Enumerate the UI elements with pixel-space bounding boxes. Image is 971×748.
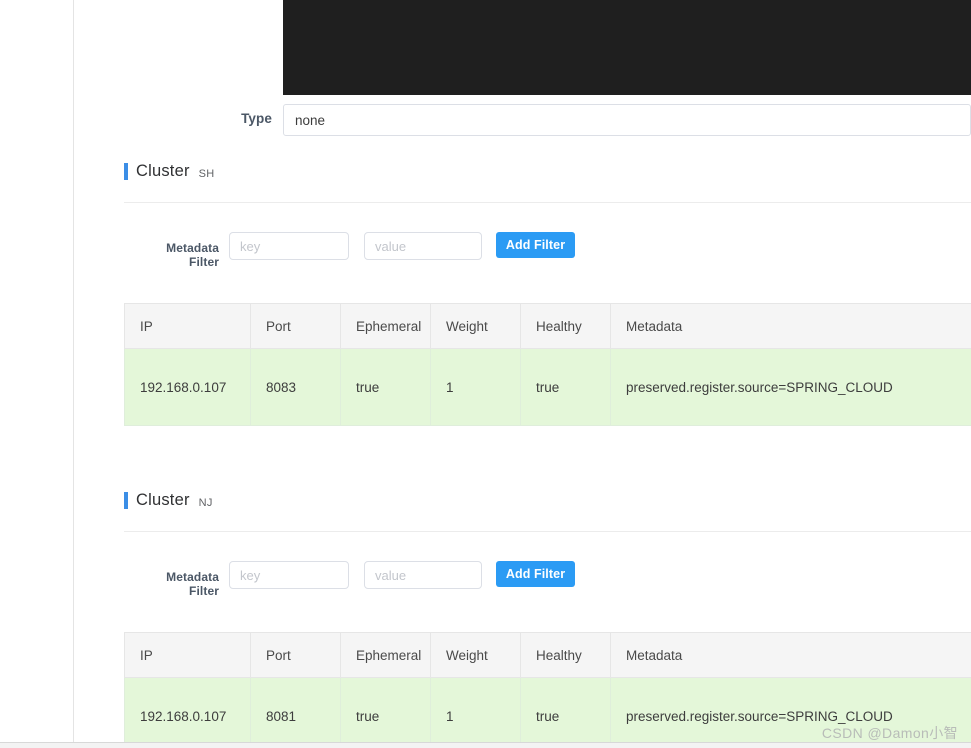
cell-weight: 1 xyxy=(430,677,521,748)
cell-ephemeral: true xyxy=(340,348,431,426)
column-header-weight[interactable]: Weight xyxy=(430,632,521,678)
nacos-service-detail-page: Type Cluster SH Metadata Filter Add Filt… xyxy=(0,0,971,748)
metadata-filter-value-input[interactable] xyxy=(364,232,482,260)
cell-metadata: preserved.register.source=SPRING_CLOUD xyxy=(610,677,971,748)
cell-port: 8081 xyxy=(250,677,341,748)
metadata-filter-value-input[interactable] xyxy=(364,561,482,589)
redacted-region xyxy=(283,0,971,95)
cell-port: 8083 xyxy=(250,348,341,426)
cluster-name: SH xyxy=(198,168,215,180)
cluster-heading-sh: Cluster SH xyxy=(124,160,215,182)
metadata-filter-row-nj: Metadata Filter Add Filter xyxy=(124,561,971,598)
metadata-filter-label: Metadata Filter xyxy=(166,570,219,598)
cluster-divider xyxy=(124,531,971,532)
cluster-title: Cluster xyxy=(136,161,190,180)
cell-ephemeral: true xyxy=(340,677,431,748)
cell-healthy: true xyxy=(520,677,611,748)
type-form-row: Type xyxy=(124,104,971,136)
metadata-filter-row-sh: Metadata Filter Add Filter xyxy=(124,232,971,269)
cluster-title: Cluster xyxy=(136,490,190,509)
column-header-port[interactable]: Port xyxy=(250,303,341,349)
cluster-accent-bar-icon xyxy=(124,162,128,180)
cell-healthy: true xyxy=(520,348,611,426)
horizontal-scrollbar[interactable] xyxy=(0,743,971,748)
column-header-ip[interactable]: IP xyxy=(124,303,251,349)
cell-weight: 1 xyxy=(430,348,521,426)
metadata-filter-key-input[interactable] xyxy=(229,561,349,589)
column-header-metadata[interactable]: Metadata xyxy=(610,632,971,678)
table-row[interactable]: 192.168.0.107 8083 true 1 true preserved… xyxy=(124,348,971,426)
table-header-row: IP Port Ephemeral Weight Healthy Metadat… xyxy=(124,632,971,678)
table-header-row: IP Port Ephemeral Weight Healthy Metadat… xyxy=(124,303,971,349)
cell-ip: 192.168.0.107 xyxy=(124,348,251,426)
type-label: Type xyxy=(241,111,272,126)
column-header-healthy[interactable]: Healthy xyxy=(520,632,611,678)
cell-ip: 192.168.0.107 xyxy=(124,677,251,748)
cell-metadata: preserved.register.source=SPRING_CLOUD xyxy=(610,348,971,426)
add-filter-button[interactable]: Add Filter xyxy=(496,232,575,258)
cluster-heading-nj: Cluster NJ xyxy=(124,489,213,511)
metadata-filter-key-input[interactable] xyxy=(229,232,349,260)
type-input[interactable] xyxy=(283,104,971,136)
cluster-divider xyxy=(124,202,971,203)
cluster-section-nj: Cluster NJ Metadata Filter Add Filter IP… xyxy=(0,489,971,748)
metadata-filter-label: Metadata Filter xyxy=(166,241,219,269)
cluster-section-sh: Cluster SH Metadata Filter Add Filter IP… xyxy=(0,160,971,426)
column-header-ephemeral[interactable]: Ephemeral xyxy=(340,632,431,678)
cluster-name: NJ xyxy=(198,497,213,509)
column-header-port[interactable]: Port xyxy=(250,632,341,678)
column-header-ephemeral[interactable]: Ephemeral xyxy=(340,303,431,349)
table-row[interactable]: 192.168.0.107 8081 true 1 true preserved… xyxy=(124,677,971,748)
cluster-accent-bar-icon xyxy=(124,491,128,509)
column-header-weight[interactable]: Weight xyxy=(430,303,521,349)
cluster-instance-table-sh: IP Port Ephemeral Weight Healthy Metadat… xyxy=(124,303,971,426)
add-filter-button[interactable]: Add Filter xyxy=(496,561,575,587)
column-header-ip[interactable]: IP xyxy=(124,632,251,678)
column-header-metadata[interactable]: Metadata xyxy=(610,303,971,349)
column-header-healthy[interactable]: Healthy xyxy=(520,303,611,349)
cluster-instance-table-nj: IP Port Ephemeral Weight Healthy Metadat… xyxy=(124,632,971,748)
